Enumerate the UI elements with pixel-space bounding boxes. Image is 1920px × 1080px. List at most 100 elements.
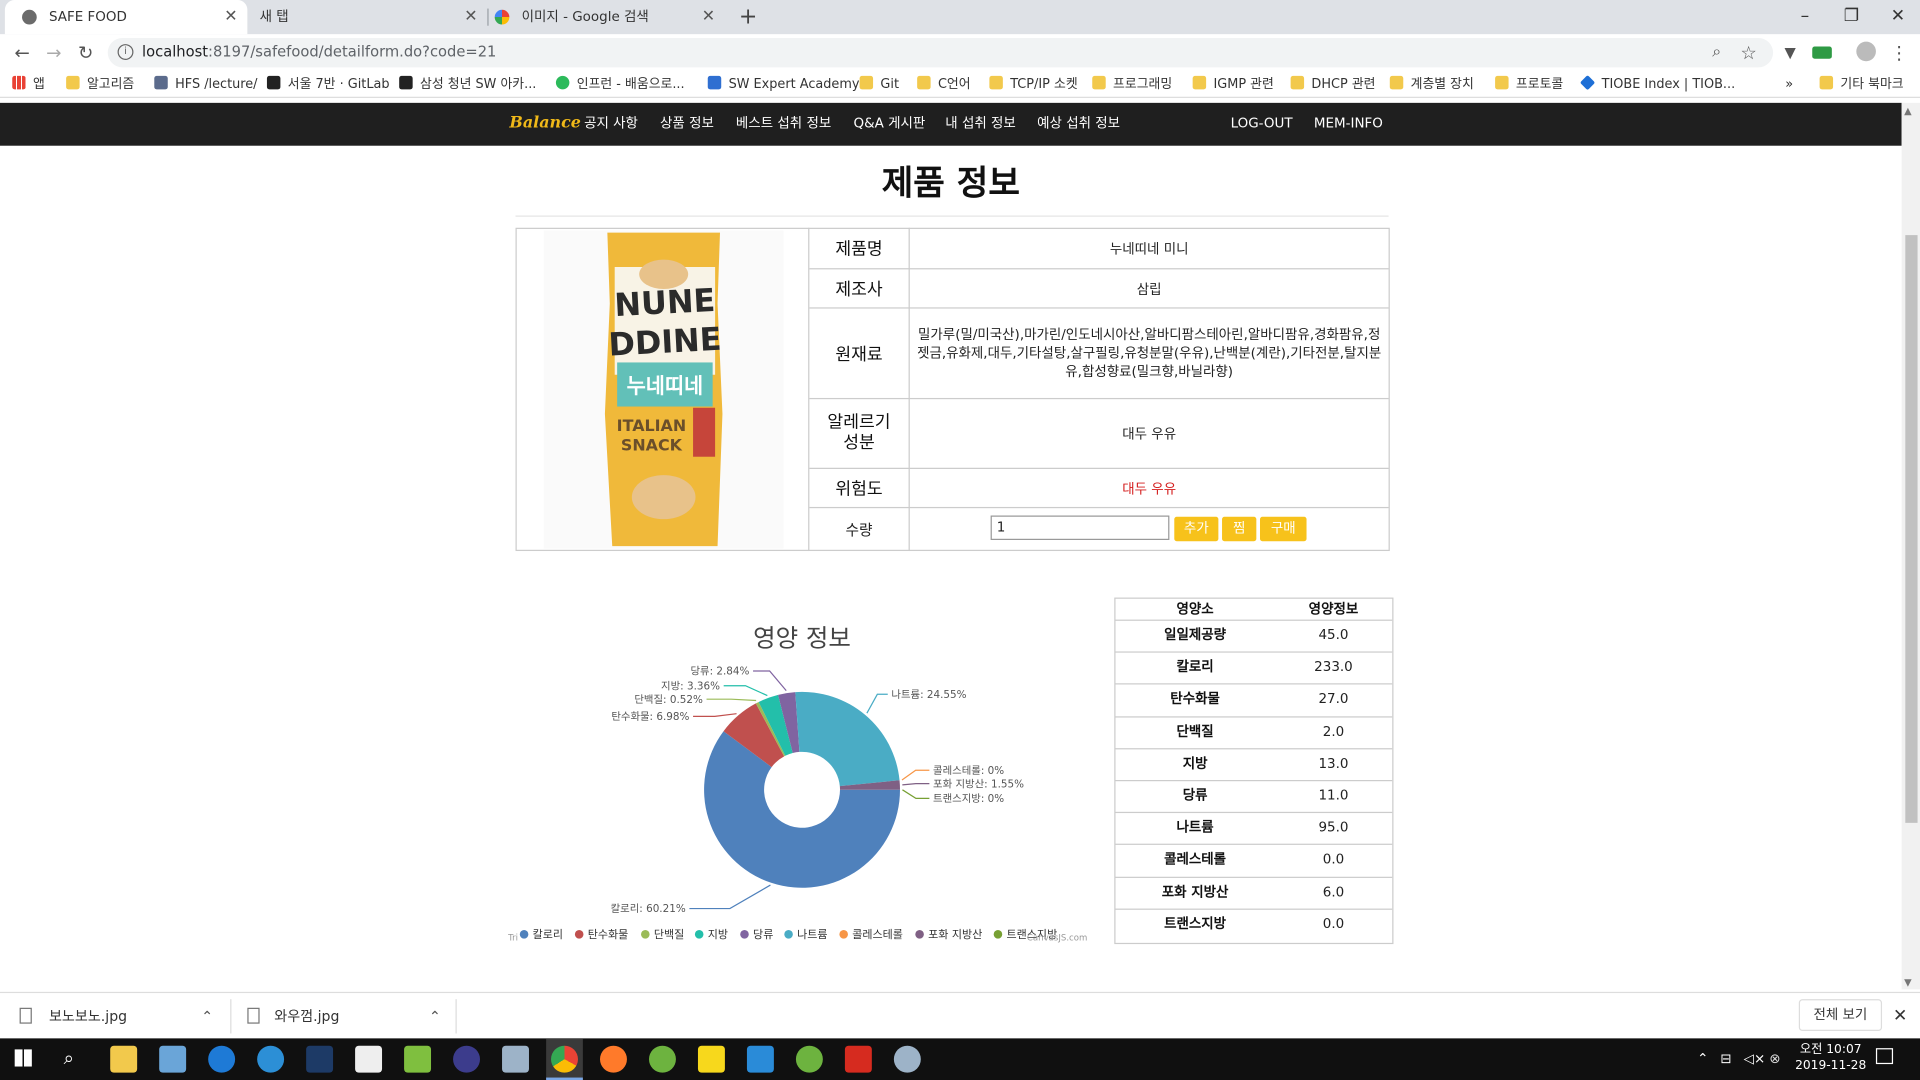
firefox-icon[interactable]: [600, 1045, 627, 1073]
bookmarks-overflow-icon[interactable]: »: [1785, 75, 1793, 95]
nav-qna[interactable]: Q&A 게시판: [853, 103, 925, 146]
file-icon: [247, 1007, 260, 1024]
extension-icon[interactable]: ▼: [1778, 40, 1802, 64]
logout-link[interactable]: LOG-OUT: [1231, 103, 1293, 146]
bookmark-folder[interactable]: 프로토콜: [1495, 75, 1563, 95]
profile-avatar-icon[interactable]: [1856, 41, 1876, 62]
nutrition-row-value: 0.0: [1322, 915, 1345, 932]
close-icon[interactable]: ✕: [464, 0, 477, 34]
internet-explorer-icon[interactable]: [257, 1045, 285, 1073]
volume-icon[interactable]: ◁×: [1744, 1051, 1766, 1067]
bookmark-folder[interactable]: 계층별 장치: [1389, 75, 1474, 95]
quantity-label: 수량: [845, 521, 873, 539]
new-tab-plus-icon[interactable]: +: [735, 4, 762, 31]
bookmark-link[interactable]: SW Expert Academy: [707, 75, 859, 95]
forward-arrow-icon[interactable]: →: [42, 40, 66, 64]
bookmark-folder[interactable]: 프로그래밍: [1092, 75, 1172, 95]
back-arrow-icon[interactable]: ←: [10, 40, 34, 64]
nav-expected-intake[interactable]: 예상 섭취 정보: [1037, 103, 1120, 146]
vscode-icon[interactable]: [746, 1045, 774, 1073]
quantity-input[interactable]: 1: [990, 515, 1170, 541]
url-text[interactable]: localhost:8197/safefood/detailform.do?co…: [142, 43, 496, 60]
product-danger-label: 위험도: [835, 479, 883, 499]
product-image: NUNE DDINE 누네띠네 ITALIAN SNACK: [543, 230, 784, 549]
nav-my-intake[interactable]: 내 섭취 정보: [945, 103, 1016, 146]
tray-chevron-icon[interactable]: ⌃: [1697, 1051, 1708, 1067]
show-all-downloads-button[interactable]: 전체 보기: [1798, 999, 1883, 1032]
tray-app-icon[interactable]: ⊗: [1769, 1051, 1780, 1067]
add-button[interactable]: 추가: [1174, 516, 1219, 542]
spring-icon[interactable]: [648, 1045, 676, 1073]
scroll-down-icon[interactable]: ▼: [1904, 977, 1912, 988]
nav-products[interactable]: 상품 정보: [660, 103, 714, 146]
notification-icon[interactable]: [1875, 1048, 1894, 1065]
product-allergy-value: 대두 우유: [1122, 426, 1177, 443]
scroll-up-icon[interactable]: ▲: [1904, 105, 1912, 116]
pie-slice-label: 포화 지방산: 1.55%: [933, 778, 1024, 790]
browser-tab-google-images[interactable]: 이미지 - Google 검색 ✕: [478, 0, 725, 34]
spring-icon[interactable]: [795, 1045, 823, 1073]
bookmark-folder[interactable]: 알고리즘: [66, 75, 134, 95]
close-window-icon[interactable]: ✕: [1875, 0, 1920, 34]
buy-button[interactable]: 구매: [1260, 516, 1307, 542]
folder-icon: [989, 75, 1003, 90]
browser-tab-safe-food[interactable]: SAFE FOOD ✕: [4, 0, 248, 35]
bookmark-folder[interactable]: TCP/IP 소켓: [989, 75, 1078, 95]
nav-best-intake[interactable]: 베스트 섭취 정보: [736, 103, 831, 146]
bookmark-link[interactable]: 서울 7반 · GitLab: [266, 75, 390, 95]
download-item[interactable]: 보노보노.jpg ⌃: [19, 1002, 228, 1031]
nutrition-row-value: 6.0: [1322, 883, 1345, 900]
info-icon[interactable]: i: [117, 44, 134, 61]
eclipse-icon[interactable]: [453, 1045, 481, 1073]
bookmark-other-folder[interactable]: 기타 북마크: [1819, 75, 1904, 95]
bookmark-link[interactable]: 삼성 청년 SW 아카...: [399, 75, 536, 95]
chrome-icon[interactable]: [551, 1045, 578, 1073]
app-icon[interactable]: [502, 1045, 529, 1073]
bookmark-link[interactable]: TIOBE Index | TIOB...: [1579, 75, 1735, 95]
close-download-bar-icon[interactable]: ✕: [1893, 1002, 1907, 1031]
nutrition-pie-chart: 영양 정보칼로리: 60.21% 탄수화물: 6.98% 단백질: 0.52% 지방:…: [507, 624, 1087, 944]
edge-icon[interactable]: [208, 1045, 236, 1073]
extension-badge-icon[interactable]: [1812, 46, 1832, 59]
star-bookmark-icon[interactable]: ☆: [1736, 40, 1760, 64]
acrobat-icon[interactable]: [844, 1045, 872, 1073]
bookmark-link[interactable]: 인프런 - 배움으로...: [555, 75, 685, 95]
bookmark-link[interactable]: HFS /lecture/: [154, 75, 258, 95]
notepad-icon[interactable]: [404, 1045, 432, 1073]
app-icon[interactable]: [306, 1045, 334, 1073]
zoom-magnifier-icon[interactable]: ⌕: [1704, 40, 1728, 64]
chevron-up-icon[interactable]: ⌃: [429, 1002, 441, 1031]
like-button[interactable]: 찜: [1222, 516, 1257, 542]
brand-logo[interactable]: Balance: [509, 103, 581, 146]
search-icon[interactable]: ⌕: [64, 1047, 74, 1069]
bookmark-apps[interactable]: 앱: [12, 75, 45, 95]
reload-icon[interactable]: ↻: [73, 40, 97, 64]
taskbar-clock[interactable]: 오전 10:07 2019-11-28: [1795, 1042, 1866, 1074]
close-icon[interactable]: ✕: [702, 0, 715, 34]
bookmark-folder[interactable]: C언어: [917, 75, 971, 95]
more-menu-icon[interactable]: ⋮: [1887, 40, 1911, 64]
bookmark-folder[interactable]: DHCP 관련: [1290, 75, 1375, 95]
download-item[interactable]: 와우껌.jpg ⌃: [247, 1002, 455, 1031]
member-info-link[interactable]: MEM-INFO: [1314, 103, 1383, 146]
typora-icon[interactable]: [355, 1045, 383, 1073]
windows-start-icon[interactable]: [14, 1049, 32, 1067]
app-icon[interactable]: [159, 1045, 187, 1073]
tab-label: 이미지 - Google 검색: [521, 8, 649, 25]
product-maker-value: 삼립: [1136, 281, 1162, 297]
scrollbar-thumb[interactable]: [1905, 235, 1918, 823]
chevron-up-icon[interactable]: ⌃: [201, 1002, 213, 1031]
network-icon[interactable]: ⊟: [1720, 1051, 1731, 1067]
sticky-notes-icon[interactable]: [697, 1045, 725, 1073]
restore-icon[interactable]: ❐: [1828, 0, 1875, 34]
browser-tab-new[interactable]: 새 탭 ✕: [245, 0, 487, 34]
file-explorer-icon[interactable]: [110, 1045, 138, 1073]
nav-notice[interactable]: 공지 사항: [584, 103, 638, 146]
bookmark-folder[interactable]: IGMP 관련: [1192, 75, 1274, 95]
app-icon[interactable]: [893, 1045, 921, 1073]
bookmark-folder[interactable]: Git: [859, 75, 899, 95]
minimize-icon[interactable]: –: [1782, 0, 1829, 34]
pie-slice-label: 지방: 3.36%: [661, 680, 720, 692]
pie-label-connector: [866, 693, 888, 714]
close-icon[interactable]: ✕: [224, 0, 237, 34]
